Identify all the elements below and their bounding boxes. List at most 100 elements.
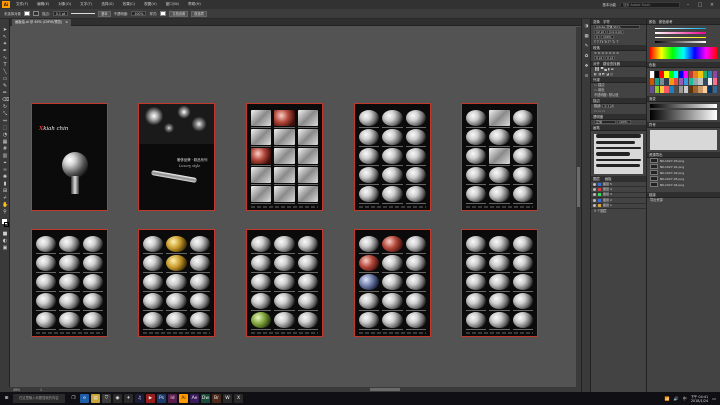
- black-slider[interactable]: [655, 41, 706, 43]
- color-swatch[interactable]: [654, 70, 660, 78]
- brush-stroke[interactable]: [596, 159, 641, 161]
- illustrator-taskbar-icon[interactable]: Ai: [179, 394, 188, 403]
- app-icon[interactable]: Ps: [157, 394, 166, 403]
- color-spectrum[interactable]: [650, 46, 717, 59]
- ime-indicator[interactable]: 中: [683, 396, 687, 402]
- font-size-field[interactable]: 12 pt: [594, 30, 606, 34]
- layers-tab[interactable]: 图层: [593, 176, 600, 182]
- notification-icon[interactable]: ▭: [712, 396, 716, 401]
- asset-row[interactable]: NK-1027-04.png: [647, 182, 720, 188]
- color-swatch[interactable]: [683, 78, 689, 86]
- gradient-tool-icon[interactable]: ▥: [2, 153, 8, 159]
- scale-field[interactable]: 100%: [600, 35, 614, 39]
- color-swatch[interactable]: [712, 78, 717, 86]
- gradient-preview[interactable]: [650, 109, 717, 120]
- zoom-tool-icon[interactable]: ⚲: [2, 209, 8, 215]
- cyan-slider[interactable]: [655, 28, 706, 30]
- visibility-eye-icon[interactable]: [593, 193, 596, 197]
- screen-mode-icon[interactable]: ▣: [2, 245, 8, 251]
- color-swatch[interactable]: [693, 85, 698, 93]
- stroke-color-icon[interactable]: [4, 222, 9, 227]
- color-swatch[interactable]: [707, 70, 713, 78]
- color-swatch[interactable]: [664, 78, 669, 86]
- color-swatch[interactable]: [669, 70, 674, 78]
- artboard-9[interactable]: [354, 229, 431, 337]
- column-graph-tool-icon[interactable]: ▮: [2, 181, 8, 187]
- menu-effect[interactable]: 效果(C): [123, 2, 136, 7]
- pen-tool-icon[interactable]: ✒: [2, 48, 8, 54]
- edge-browser-icon[interactable]: e: [80, 394, 89, 403]
- line-tool-icon[interactable]: ╲: [2, 69, 8, 75]
- menu-help[interactable]: 帮助(H): [188, 2, 201, 7]
- volume-icon[interactable]: 🔊: [674, 396, 679, 401]
- color-swatch[interactable]: [654, 78, 660, 86]
- color-swatch[interactable]: [688, 70, 693, 78]
- artboard-3[interactable]: [246, 103, 323, 211]
- artboard-canvas[interactable]: Xkiah chin 奢侈品牌 · 精品系列 Luxury style: [10, 27, 581, 387]
- draw-mode-icon[interactable]: ◐: [2, 238, 8, 244]
- taskbar-search-input[interactable]: 在这里输入你要搜索的内容: [13, 394, 65, 403]
- app-icon[interactable]: ◉: [113, 394, 122, 403]
- opacity-field[interactable]: 100%: [131, 11, 147, 16]
- color-swatch[interactable]: [654, 85, 660, 93]
- hand-tool-icon[interactable]: ✋: [2, 202, 8, 208]
- color-swatch[interactable]: [703, 70, 708, 78]
- color-swatch[interactable]: [712, 85, 717, 93]
- color-swatch[interactable]: [659, 78, 664, 86]
- color-swatch[interactable]: [650, 70, 655, 78]
- color-swatch[interactable]: [659, 70, 664, 78]
- windows-start-icon[interactable]: ⊞: [2, 394, 11, 403]
- taskbar-clock[interactable]: 下午 04:41 2018/1/24: [691, 395, 709, 403]
- color-swatch[interactable]: [650, 78, 655, 86]
- symbols-library[interactable]: [650, 129, 717, 150]
- file-explorer-icon[interactable]: ▤: [91, 394, 100, 403]
- store-icon[interactable]: ⛉: [102, 394, 111, 403]
- free-transform-tool-icon[interactable]: ⬚: [2, 125, 8, 131]
- brush-stroke[interactable]: [596, 147, 641, 149]
- color-swatch[interactable]: [678, 78, 684, 86]
- stroke-weight-input[interactable]: 0.1 pt: [602, 104, 615, 108]
- brush-stroke[interactable]: [596, 134, 641, 138]
- app-icon[interactable]: ▶: [146, 394, 155, 403]
- color-swatch[interactable]: [688, 85, 693, 93]
- graphic-style-swatch[interactable]: [160, 11, 167, 16]
- color-swatch[interactable]: [669, 85, 674, 93]
- color-panel-tab[interactable]: 颜色 颜色参考: [647, 19, 720, 25]
- color-swatch[interactable]: [698, 78, 703, 86]
- visibility-eye-icon[interactable]: [593, 204, 596, 208]
- visibility-eye-icon[interactable]: [593, 182, 596, 186]
- artboard-2[interactable]: 奢侈品牌 · 精品系列 Luxury style: [138, 103, 215, 211]
- mesh-tool-icon[interactable]: #: [2, 146, 8, 152]
- stroke-profile-preview[interactable]: [71, 13, 96, 14]
- layers-panel-icon[interactable]: ≡: [583, 73, 590, 80]
- brush-style-dropdown[interactable]: 基本: [98, 10, 111, 17]
- swatches-panel-tab[interactable]: 色板: [647, 61, 720, 68]
- blend-tool-icon[interactable]: ∞: [2, 167, 8, 173]
- horizontal-scroll-thumb[interactable]: [370, 388, 400, 391]
- perspective-grid-tool-icon[interactable]: ▦: [2, 139, 8, 145]
- rectangle-tool-icon[interactable]: ▭: [2, 76, 8, 82]
- brush-library[interactable]: [594, 134, 643, 174]
- type-tool-icon[interactable]: T: [2, 62, 8, 68]
- document-tab[interactable]: 画板绘.ai @ 49% (CMYK/预览) ×: [12, 19, 72, 26]
- vertical-scroll-thumb[interactable]: [577, 167, 580, 207]
- task-view-icon[interactable]: ❐: [69, 394, 78, 403]
- leading-field[interactable]: (14.4 pt): [606, 30, 624, 34]
- magic-wand-tool-icon[interactable]: ✦: [2, 41, 8, 47]
- color-swatch[interactable]: [669, 78, 674, 86]
- curvature-tool-icon[interactable]: ∿: [2, 55, 8, 61]
- color-swatch[interactable]: [688, 78, 693, 86]
- preferences-button[interactable]: 首选项: [191, 10, 207, 17]
- color-mode-icon[interactable]: ■: [2, 231, 8, 237]
- gradient-slider[interactable]: [650, 103, 717, 108]
- color-swatch[interactable]: [703, 78, 708, 86]
- scale-tool-icon[interactable]: ⤡: [2, 111, 8, 117]
- minimize-button[interactable]: –: [684, 2, 692, 8]
- symbols-panel-icon[interactable]: ✿: [583, 53, 590, 60]
- pencil-tool-icon[interactable]: ✏: [2, 90, 8, 96]
- gradient-panel-tab[interactable]: 渐变: [647, 95, 720, 102]
- symbol-sprayer-tool-icon[interactable]: ✺: [2, 174, 8, 180]
- stroke-swatch[interactable]: [32, 11, 39, 16]
- direct-selection-tool-icon[interactable]: ↖: [2, 34, 8, 40]
- app-icon[interactable]: X: [234, 394, 243, 403]
